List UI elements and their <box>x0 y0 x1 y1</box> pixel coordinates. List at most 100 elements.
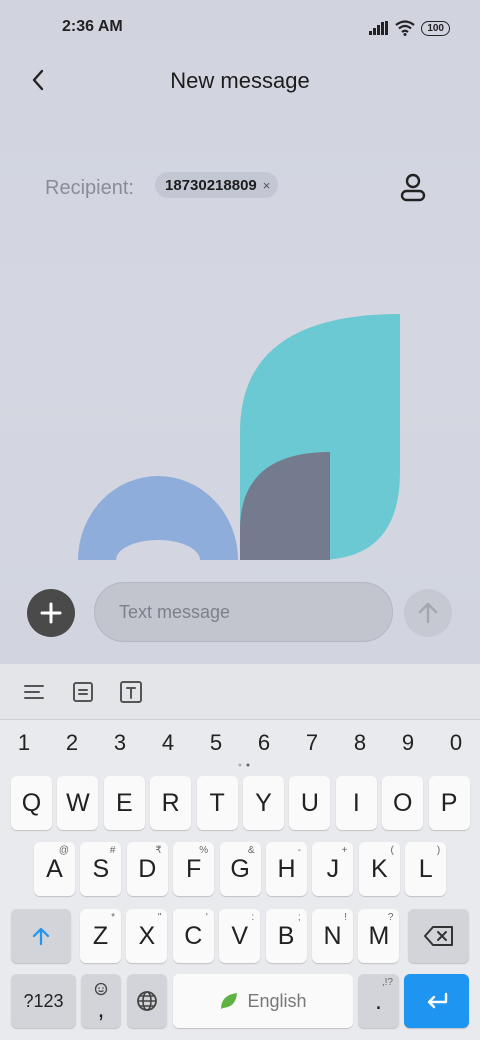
key-d[interactable]: ₹ D <box>126 842 168 896</box>
key-label: K <box>370 854 388 883</box>
key-hint: - <box>297 845 301 856</box>
key-label: L <box>418 854 433 883</box>
key-label: B <box>277 921 295 950</box>
key-o[interactable]: O <box>382 776 424 830</box>
recipient-label: Recipient: <box>45 177 134 199</box>
number-key-3[interactable]: 3 <box>105 730 135 756</box>
key-label: F <box>186 854 202 883</box>
key-label: A <box>46 854 63 883</box>
key-w[interactable]: W <box>57 776 99 830</box>
key-hint: ! <box>344 912 347 923</box>
key-label: N <box>323 921 342 950</box>
key-label: M <box>368 921 390 950</box>
empty-state-illustration <box>78 314 400 560</box>
space-key[interactable]: English <box>173 974 353 1028</box>
soft-keyboard: 1234567890 QWERTYUIOP @ A # S ₹ D% F & G - H + J(K) L… <box>0 720 480 1040</box>
number-key-2[interactable]: 2 <box>57 730 87 756</box>
key-hint: : <box>251 912 255 923</box>
key-m[interactable]: ? M <box>358 909 400 963</box>
page-title: New message <box>170 68 310 93</box>
number-key-7[interactable]: 7 <box>297 730 327 756</box>
key-e[interactable]: E <box>103 776 145 830</box>
enter-arrow-icon <box>427 992 447 1009</box>
signal-icon <box>369 21 389 35</box>
period-key[interactable]: ,!? . <box>358 974 399 1028</box>
key-label: D <box>138 854 157 883</box>
key-hint: * <box>111 912 115 923</box>
key-g[interactable]: & G <box>219 842 261 896</box>
number-key-1[interactable]: 1 <box>9 730 39 756</box>
enter-key[interactable] <box>404 974 469 1028</box>
key-label: Z <box>92 921 109 950</box>
key-f[interactable]: % F <box>173 842 215 896</box>
symbols-key[interactable]: ?123 <box>11 974 76 1028</box>
key-h[interactable]: -H <box>266 842 307 896</box>
compose-bar <box>0 578 480 648</box>
key-hint: " <box>157 912 162 923</box>
key-t[interactable]: T <box>196 776 238 830</box>
language-key[interactable] <box>127 974 167 1028</box>
key-v[interactable]: :V <box>219 909 261 963</box>
backspace-icon <box>423 926 453 946</box>
shift-arrow-icon <box>32 927 50 946</box>
key-p[interactable]: P <box>428 776 470 830</box>
shift-key[interactable] <box>11 909 71 963</box>
key-x[interactable]: " X <box>126 909 168 963</box>
key-r[interactable]: R <box>150 776 192 830</box>
key-k[interactable]: (K <box>358 842 400 896</box>
globe-icon <box>137 991 157 1011</box>
battery-indicator: 100 <box>421 20 450 36</box>
backspace-key[interactable] <box>408 909 469 963</box>
key-hint: ? <box>387 912 394 923</box>
number-key-6[interactable]: 6 <box>249 730 279 756</box>
key-hint: % <box>199 845 209 856</box>
number-key-4[interactable]: 4 <box>153 730 183 756</box>
clipboard-icon[interactable] <box>71 680 95 704</box>
key-hint: ( <box>390 845 394 856</box>
key-label: G <box>230 854 250 883</box>
emoji-comma-key[interactable]: , <box>81 974 121 1028</box>
comma-label: , <box>97 994 105 1023</box>
text-align-icon[interactable] <box>22 680 46 704</box>
number-key-9[interactable]: 9 <box>393 730 423 756</box>
key-s[interactable]: # S <box>80 842 122 896</box>
remove-recipient-icon[interactable]: × <box>263 178 271 193</box>
space-language-label: English <box>247 990 307 1011</box>
key-j[interactable]: + J <box>312 842 354 896</box>
key-l[interactable]: ) L <box>405 842 447 896</box>
key-n[interactable]: ! N <box>312 909 353 963</box>
key-hint: & <box>247 845 255 856</box>
number-key-5[interactable]: 5 <box>201 730 231 756</box>
key-hint: ₹ <box>155 845 162 856</box>
message-input[interactable] <box>94 582 393 642</box>
send-arrow-icon <box>418 602 438 624</box>
message-screen: 2:36 AM 100 New message Recipient: 18730… <box>0 0 480 664</box>
key-c[interactable]: ' C <box>172 909 214 963</box>
key-label: X <box>138 921 156 950</box>
key-i[interactable]: I <box>335 776 377 830</box>
number-key-0[interactable]: 0 <box>441 730 471 756</box>
recipient-chip[interactable]: 18730218809 × <box>155 172 279 198</box>
page-indicator-dots <box>238 763 250 767</box>
recipient-number: 18730218809 <box>165 176 257 194</box>
key-label: J <box>326 854 340 883</box>
key-y[interactable]: Y <box>243 776 284 830</box>
text-format-icon[interactable] <box>119 680 143 704</box>
add-contact-button[interactable] <box>396 170 430 206</box>
keyboard-toolbar <box>0 664 480 720</box>
key-u[interactable]: U <box>289 776 331 830</box>
attach-button[interactable] <box>27 589 75 637</box>
period-label: . <box>375 986 382 1015</box>
send-button[interactable] <box>404 589 452 637</box>
key-hint: ) <box>436 845 441 856</box>
key-b[interactable]: ; B <box>265 909 307 963</box>
key-a[interactable]: @ A <box>34 842 75 896</box>
key-z[interactable]: * Z <box>80 909 121 963</box>
key-label: H <box>277 854 296 883</box>
number-key-8[interactable]: 8 <box>345 730 375 756</box>
period-hint: ,!? <box>381 977 393 988</box>
key-label: C <box>184 921 203 950</box>
key-q[interactable]: Q <box>11 776 52 830</box>
status-bar: 2:36 AM 100 <box>0 0 480 56</box>
key-label: S <box>92 854 110 883</box>
